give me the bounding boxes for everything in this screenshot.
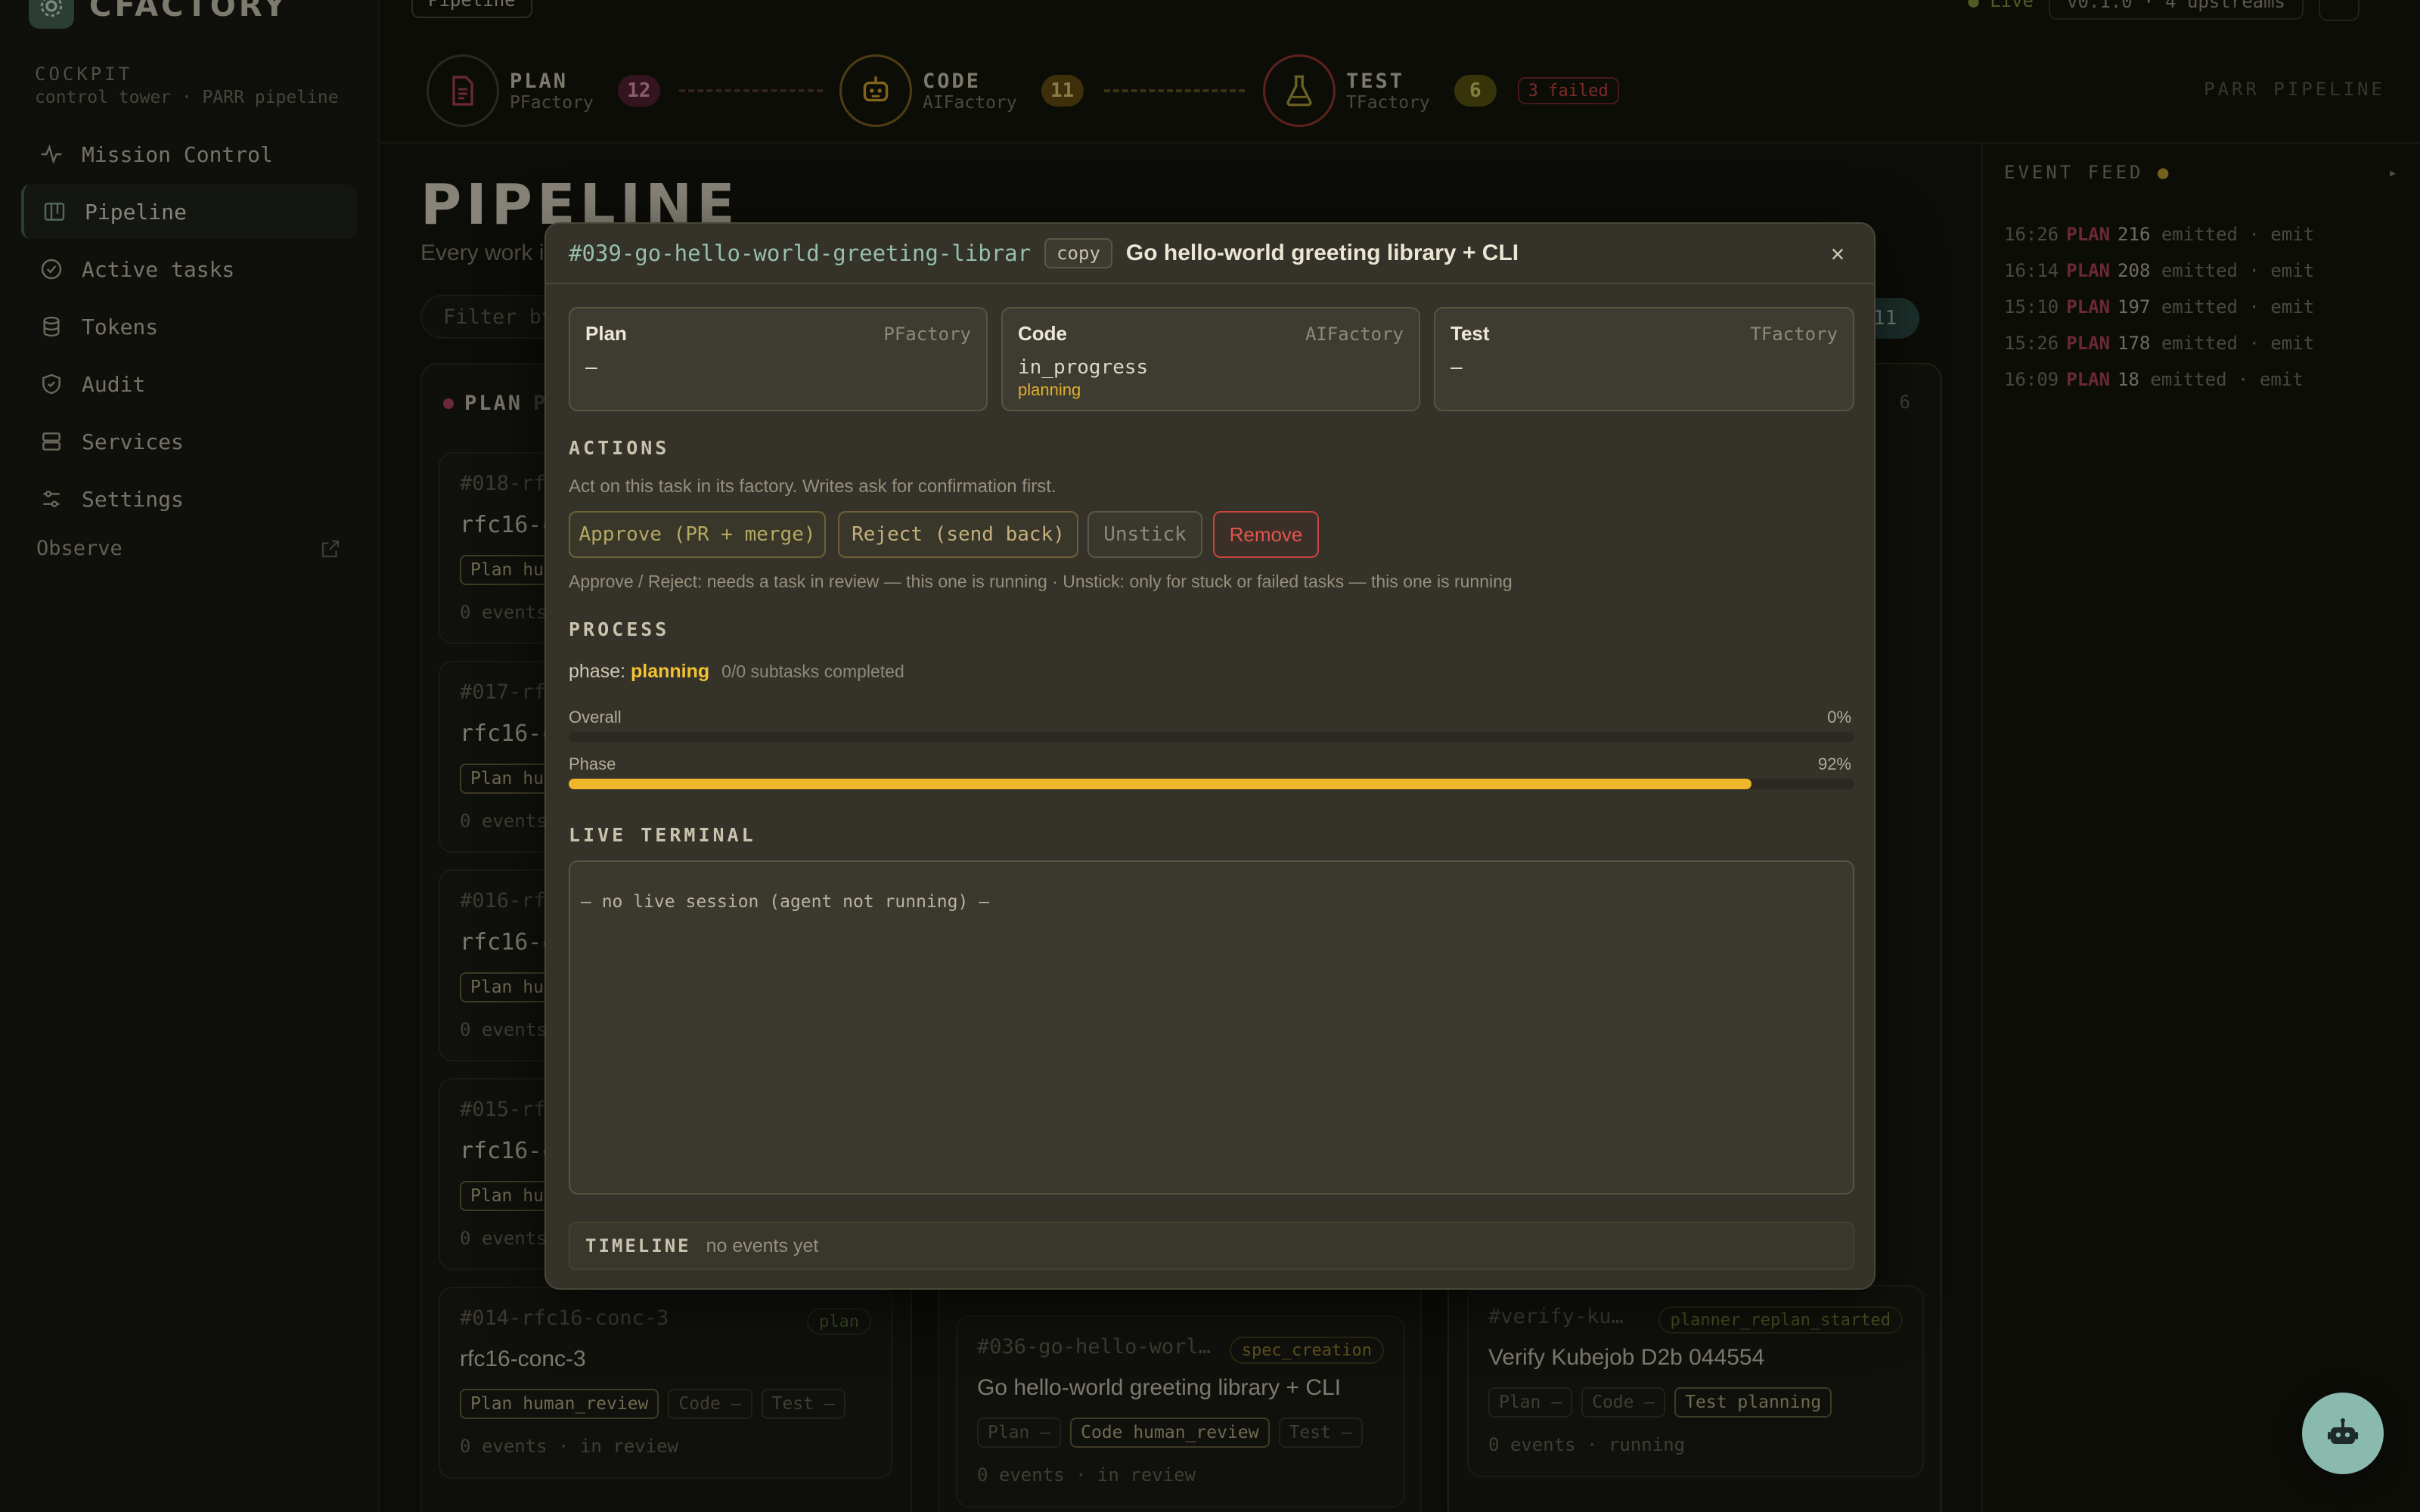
factory-status: in_progress (1018, 356, 1149, 379)
phase-percent: 92% (1817, 754, 1851, 773)
actions-note: Approve / Reject: needs a task in review… (569, 572, 1512, 591)
phase-bar-label: Phase (569, 754, 616, 773)
remove-button[interactable]: Remove (1213, 511, 1319, 558)
factory-name: AIFactory (1305, 324, 1404, 345)
phase-label: phase: (569, 661, 626, 682)
timeline-empty: no events yet (706, 1235, 819, 1256)
assistant-bot-button[interactable] (2302, 1393, 2384, 1474)
factory-name: PFactory (883, 324, 971, 345)
timeline-bar[interactable]: TIMELINE no events yet (569, 1222, 1854, 1270)
phase-progress-fill (569, 779, 1751, 789)
process-heading: PROCESS (569, 618, 670, 640)
factory-status-test: Test TFactory – (1434, 307, 1854, 411)
unstick-button[interactable]: Unstick (1087, 511, 1202, 558)
live-terminal-heading: LIVE TERMINAL (569, 824, 756, 846)
factory-phase: planning (1018, 380, 1081, 399)
timeline-heading: TIMELINE (585, 1235, 691, 1256)
actions-description: Act on this task in its factory. Writes … (569, 476, 1056, 497)
live-terminal[interactable]: — no live session (agent not running) — (569, 860, 1854, 1194)
factory-status-plan: Plan PFactory – (569, 307, 988, 411)
actions-heading: ACTIONS (569, 437, 670, 459)
phase-line: phase: planning 0/0 subtasks completed (569, 661, 904, 683)
task-detail-modal: #039-go-hello-world-greeting-librar copy… (544, 222, 1876, 1290)
copy-id-button[interactable]: copy (1044, 238, 1112, 268)
modal-title: Go hello-world greeting library + CLI (1125, 240, 1519, 265)
overall-percent: 0% (1827, 708, 1851, 727)
phase-value: planning (631, 661, 710, 682)
factory-status: – (1450, 356, 1463, 379)
approve-button[interactable]: Approve (PR + merge) (569, 511, 826, 558)
phase-progress-bar (569, 779, 1854, 789)
modal-header: #039-go-hello-world-greeting-librar copy… (546, 224, 1874, 284)
close-icon[interactable]: × (1821, 237, 1854, 271)
subtasks-count: 0/0 subtasks completed (721, 662, 904, 681)
reject-button[interactable]: Reject (send back) (838, 511, 1078, 558)
task-id: #039-go-hello-world-greeting-librar (569, 240, 1032, 266)
robot-icon (2325, 1415, 2361, 1452)
factory-status-code: Code AIFactory in_progress planning (1001, 307, 1420, 411)
factory-status: – (585, 356, 597, 379)
overall-progress-bar (569, 732, 1854, 742)
factory-name: TFactory (1750, 324, 1838, 345)
overall-label: Overall (569, 708, 622, 727)
terminal-text: — no live session (agent not running) — (581, 892, 990, 912)
